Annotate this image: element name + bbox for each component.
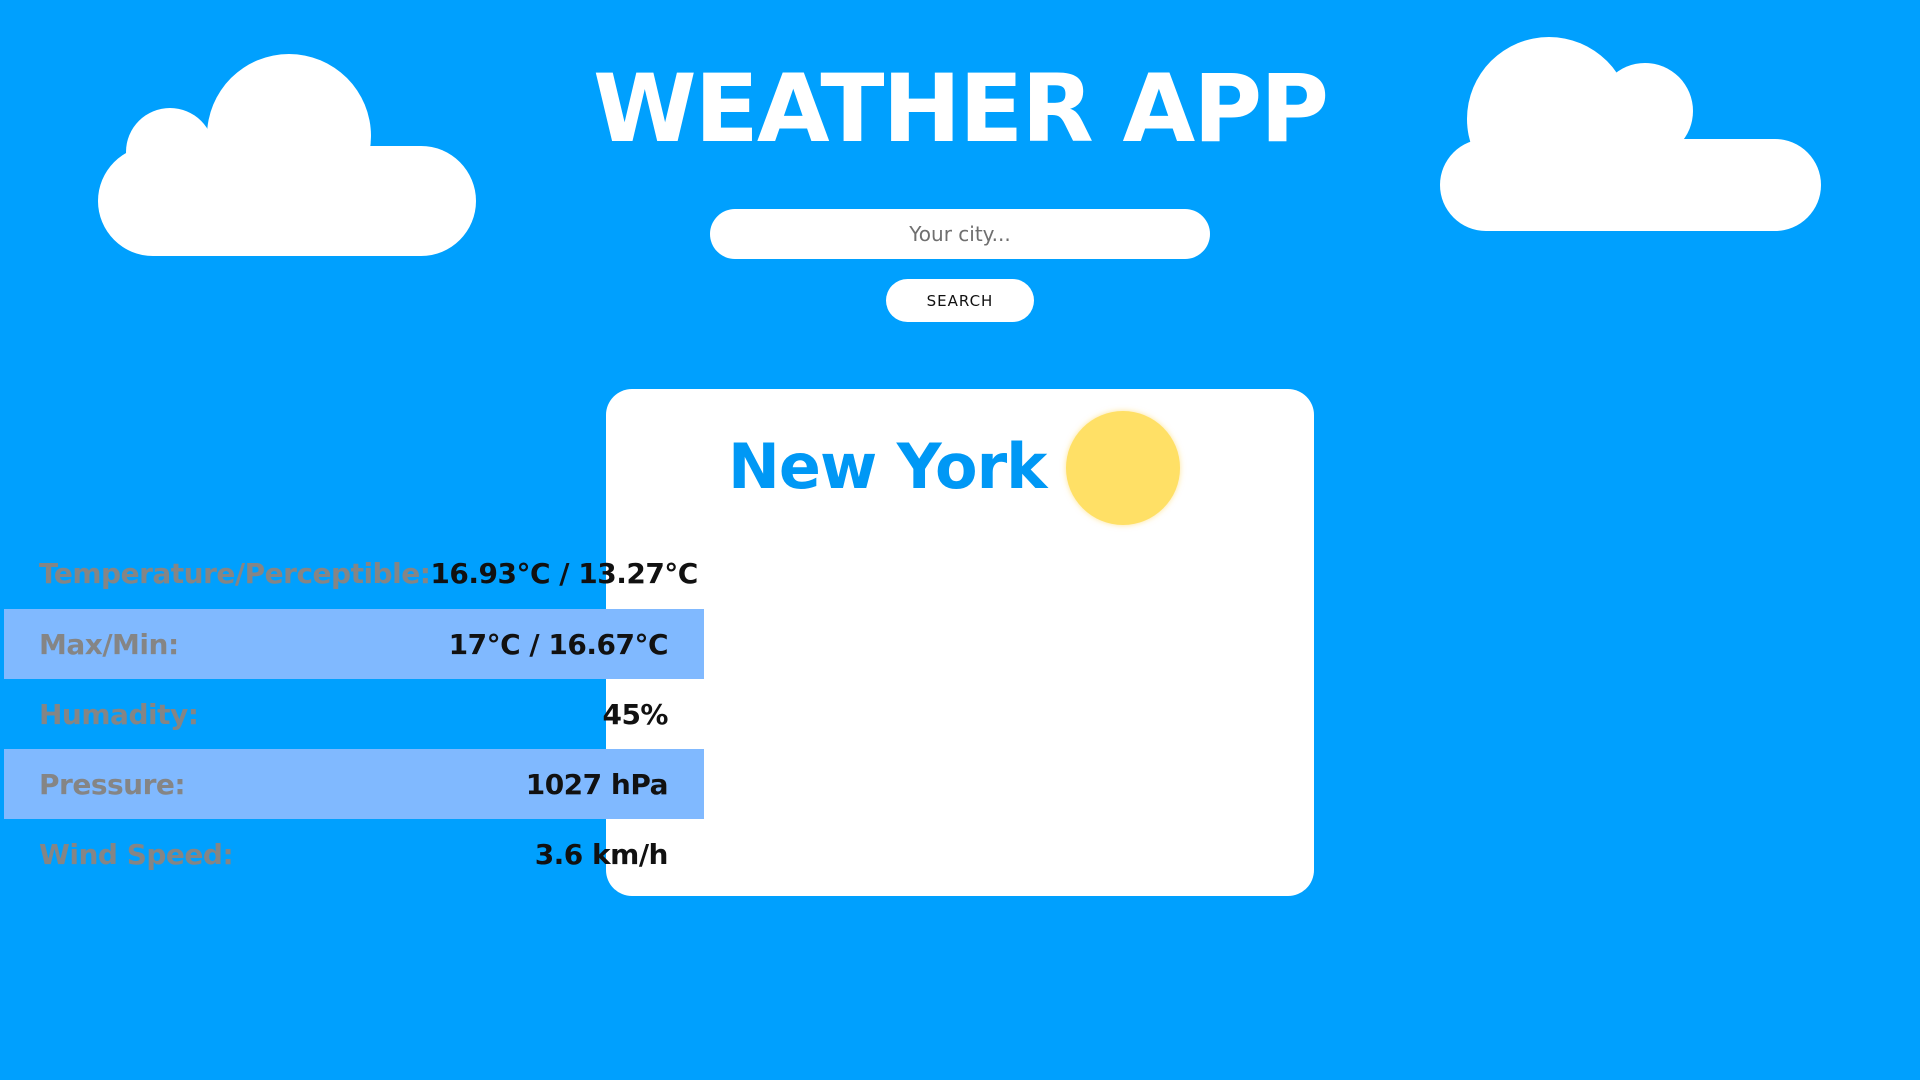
detail-label: Wind Speed:: [39, 837, 234, 871]
city-name: New York: [728, 430, 1047, 503]
city-search-input[interactable]: [710, 209, 1210, 259]
app-title: WEATHER APP: [593, 55, 1329, 164]
detail-label: Temperature/Perceptible:: [39, 556, 431, 590]
search-button[interactable]: SEARCH: [886, 279, 1034, 322]
detail-label: Pressure:: [39, 767, 186, 801]
detail-label: Humadity:: [39, 697, 199, 731]
detail-row-wind-speed: Wind Speed: 3.6 km/h: [4, 819, 704, 889]
weather-card: New York: [606, 389, 1314, 896]
detail-value: 45%: [602, 697, 668, 731]
detail-row-humidity: Humadity: 45%: [4, 679, 704, 749]
sun-icon: [1066, 411, 1180, 525]
weather-app-page: WEATHER APP SEARCH New York Temperature/…: [0, 0, 1920, 1080]
card-header: New York: [606, 389, 1314, 547]
detail-value: 17°C / 16.67°C: [448, 627, 669, 661]
detail-row-temperature: Temperature/Perceptible: 16.93°C / 13.27…: [4, 538, 704, 608]
detail-label: Max/Min:: [39, 627, 179, 661]
detail-row-max-min: Max/Min: 17°C / 16.67°C: [4, 609, 704, 679]
detail-value: 1027 hPa: [525, 767, 669, 801]
detail-row-pressure: Pressure: 1027 hPa: [4, 749, 704, 819]
detail-value: 3.6 km/h: [534, 837, 669, 871]
detail-value: 16.93°C / 13.27°C: [430, 556, 698, 590]
